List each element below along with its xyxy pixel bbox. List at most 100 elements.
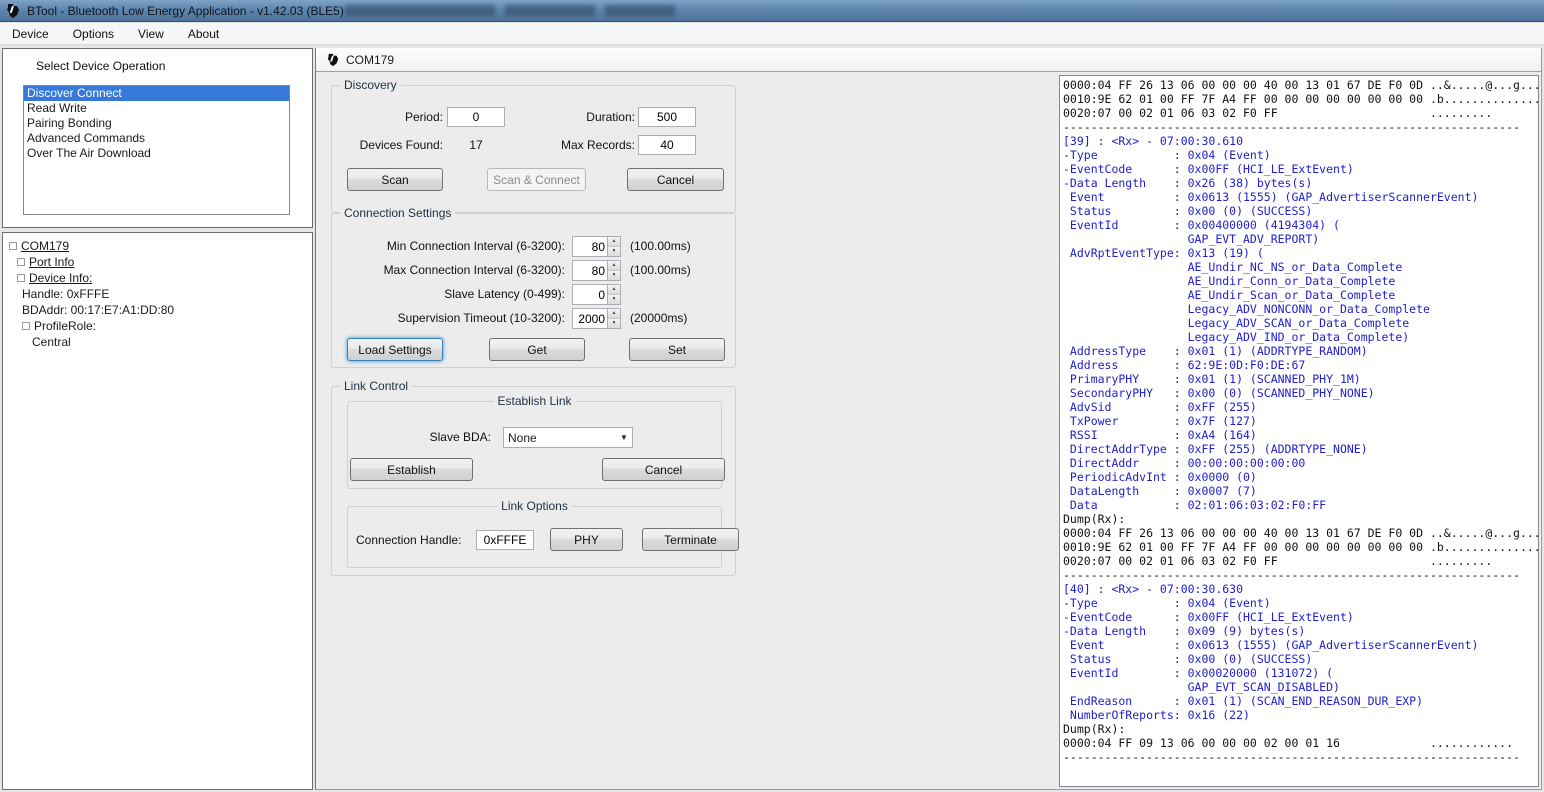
devices-found-label: Devices Found: (360, 138, 443, 152)
device-operation-heading: Select Device Operation (36, 59, 165, 73)
log-line: -Type : 0x04 (Event) (1063, 148, 1535, 162)
spin-up-icon[interactable]: ▲ (608, 261, 620, 271)
max-conn-interval-input[interactable] (572, 260, 607, 281)
log-line: GAP_EVT_ADV_REPORT) (1063, 232, 1535, 246)
discovery-cancel-button[interactable]: Cancel (627, 168, 724, 191)
load-settings-button[interactable]: Load Settings (347, 338, 443, 361)
device-operation-item[interactable]: Over The Air Download (24, 146, 289, 161)
log-line: DataLength : 0x0007 (7) (1063, 484, 1535, 498)
supervision-timeout-unit: (20000ms) (630, 311, 687, 325)
spin-down-icon[interactable]: ▼ (608, 295, 620, 304)
slave-latency-stepper[interactable]: ▲▼ (572, 284, 621, 305)
terminate-button[interactable]: Terminate (642, 528, 739, 551)
max-conn-interval-stepper[interactable]: ▲▼ (572, 260, 621, 281)
supervision-timeout-stepper[interactable]: ▲▼ (572, 308, 621, 329)
spin-down-icon[interactable]: ▼ (608, 319, 620, 328)
log-line: 0010:9E 62 01 00 FF 7F A4 FF 00 00 00 00… (1063, 540, 1535, 554)
device-operation-item[interactable]: Read Write (24, 101, 289, 116)
expand-collapse-icon[interactable] (22, 322, 30, 330)
tree-node[interactable]: Handle: 0xFFFE (3, 286, 312, 302)
get-button[interactable]: Get (489, 338, 585, 361)
tree-node[interactable]: BDAddr: 00:17:E7:A1:DD:80 (3, 302, 312, 318)
expand-collapse-icon[interactable] (17, 274, 25, 282)
spin-down-icon[interactable]: ▼ (608, 271, 620, 280)
log-line: PeriodicAdvInt : 0x0000 (0) (1063, 470, 1535, 484)
device-operation-item[interactable]: Advanced Commands (24, 131, 289, 146)
min-conn-interval-stepper[interactable]: ▲▼ (572, 236, 621, 257)
log-line: -EventCode : 0x00FF (HCI_LE_ExtEvent) (1063, 162, 1535, 176)
tab-strip: COM179 (316, 48, 1541, 72)
set-button[interactable]: Set (629, 338, 725, 361)
connection-settings-group: Connection Settings Min Connection Inter… (331, 213, 736, 368)
menu-view[interactable]: View (126, 24, 176, 44)
menu-options[interactable]: Options (61, 24, 126, 44)
title-bar[interactable]: BTool - Bluetooth Low Energy Application… (0, 0, 1544, 22)
log-line: ----------------------------------------… (1063, 120, 1535, 134)
tree-node[interactable]: COM179 (3, 238, 312, 254)
menu-about[interactable]: About (176, 24, 231, 44)
tree-node[interactable]: Device Info: (3, 270, 312, 286)
log-line: ----------------------------------------… (1063, 568, 1535, 582)
scan-connect-button[interactable]: Scan & Connect (487, 168, 586, 191)
log-line: 0010:9E 62 01 00 FF 7F A4 FF 00 00 00 00… (1063, 92, 1535, 106)
establish-cancel-button[interactable]: Cancel (602, 458, 725, 481)
log-line: EventId : 0x00400000 (4194304) ( (1063, 218, 1535, 232)
log-line: AdvSid : 0xFF (255) (1063, 400, 1535, 414)
tree-node[interactable]: Port Info (3, 254, 312, 270)
tab-label: COM179 (346, 53, 394, 67)
menu-device[interactable]: Device (0, 24, 61, 44)
log-line: Data : 02:01:06:03:02:F0:FF (1063, 498, 1535, 512)
connection-handle-input[interactable] (476, 530, 534, 550)
log-line: AE_Undir_Scan_or_Data_Complete (1063, 288, 1535, 302)
link-control-title: Link Control (340, 379, 412, 393)
device-operation-item[interactable]: Pairing Bonding (24, 116, 289, 131)
slave-bda-combobox[interactable]: None ▼ (503, 427, 633, 448)
tree-node[interactable]: ProfileRole: (3, 318, 312, 334)
log-line: [39] : <Rx> - 07:00:30.610 (1063, 134, 1535, 148)
menu-bar: Device Options View About (0, 23, 1544, 45)
log-line: DirectAddr : 00:00:00:00:00:00 (1063, 456, 1535, 470)
max-records-input[interactable] (638, 135, 696, 155)
spin-up-icon[interactable]: ▲ (608, 285, 620, 295)
ti-logo-icon (326, 53, 340, 67)
spin-down-icon[interactable]: ▼ (608, 247, 620, 256)
tab-com179[interactable]: COM179 (316, 48, 404, 71)
log-line: -Data Length : 0x09 (9) bytes(s) (1063, 624, 1535, 638)
log-line: 0000:04 FF 09 13 06 00 00 00 02 00 01 16… (1063, 736, 1535, 750)
min-conn-interval-input[interactable] (572, 236, 607, 257)
establish-link-title: Establish Link (493, 394, 575, 408)
establish-button[interactable]: Establish (350, 458, 473, 481)
supervision-timeout-input[interactable] (572, 308, 607, 329)
main-panel: COM179 Discovery Period: Duration: Devic… (315, 48, 1542, 790)
phy-button[interactable]: PHY (550, 528, 623, 551)
window-title: BTool - Bluetooth Low Energy Application… (27, 4, 344, 18)
spin-up-icon[interactable]: ▲ (608, 309, 620, 319)
log-line: 0000:04 FF 26 13 06 00 00 00 40 00 13 01… (1063, 78, 1535, 92)
log-line: Legacy_ADV_IND_or_Data_Complete) (1063, 330, 1535, 344)
expand-collapse-icon[interactable] (9, 242, 17, 250)
log-line: Event : 0x0613 (1555) (GAP_AdvertiserSca… (1063, 190, 1535, 204)
log-line: Event : 0x0613 (1555) (GAP_AdvertiserSca… (1063, 638, 1535, 652)
log-line: EndReason : 0x01 (1) (SCAN_END_REASON_DU… (1063, 694, 1535, 708)
discovery-group: Discovery Period: Duration: Devices Foun… (331, 85, 736, 213)
log-line: Status : 0x00 (0) (SUCCESS) (1063, 204, 1535, 218)
log-line: -Type : 0x04 (Event) (1063, 596, 1535, 610)
blurred-background-text (345, 3, 705, 18)
device-tree[interactable]: COM179Port InfoDevice Info:Handle: 0xFFF… (2, 232, 313, 790)
device-operation-list[interactable]: Discover ConnectRead WritePairing Bondin… (23, 85, 290, 215)
connection-settings-title: Connection Settings (340, 206, 455, 220)
device-operation-item[interactable]: Discover Connect (24, 86, 289, 101)
scan-button[interactable]: Scan (347, 168, 443, 191)
tree-node[interactable]: Central (3, 334, 312, 350)
log-output[interactable]: 0000:04 FF 26 13 06 00 00 00 40 00 13 01… (1059, 75, 1539, 787)
log-line: 0020:07 00 02 01 06 03 02 F0 FF ........… (1063, 106, 1535, 120)
period-input[interactable] (447, 107, 505, 127)
duration-input[interactable] (638, 107, 696, 127)
log-line: -Data Length : 0x26 (38) bytes(s) (1063, 176, 1535, 190)
expand-collapse-icon[interactable] (17, 258, 25, 266)
log-line: TxPower : 0x7F (127) (1063, 414, 1535, 428)
spin-up-icon[interactable]: ▲ (608, 237, 620, 247)
slave-latency-input[interactable] (572, 284, 607, 305)
slave-latency-label: Slave Latency (0-499): (444, 287, 565, 301)
ti-logo-icon (5, 3, 21, 19)
